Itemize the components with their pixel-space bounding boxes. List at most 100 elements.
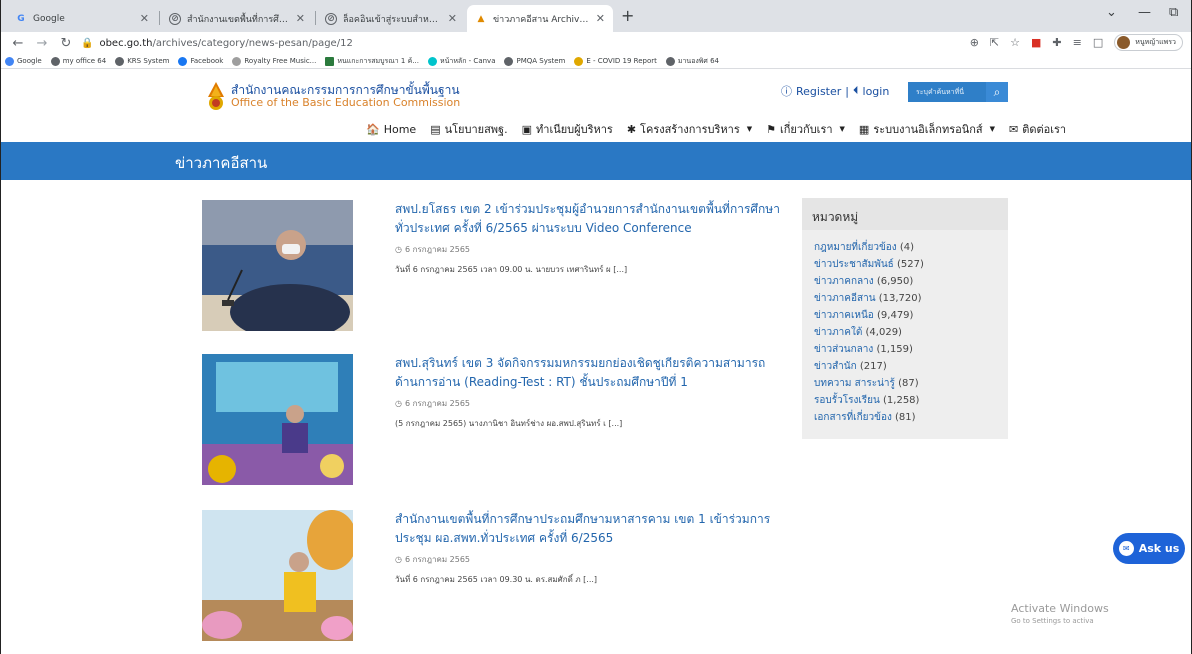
bookmark-star-icon[interactable]: ☆ [1010,36,1020,49]
post-title-link[interactable]: สำนักงานเขตพื้นที่การศึกษาประถมศึกษามหาส… [395,510,785,548]
globe-icon: ⊘ [325,12,337,25]
clock-icon: ◷ [395,245,402,254]
new-tab-button[interactable]: + [621,6,634,25]
nav-about[interactable]: ⚑ เกี่ยวกับเรา ▼ [766,120,845,138]
tab-news-archive[interactable]: ▲ ข่าวภาคอีสาน Archives - Page 12 › ✕ [467,5,613,32]
category-item[interactable]: รอบรั้วโรงเรียน (1,258) [814,393,1008,410]
page-title-bar: ข่าวภาคอีสาน [1,142,1191,180]
windows-activation-watermark: Activate Windows Go to Settings to activ… [1011,602,1109,625]
maximize-icon[interactable]: ⧉ [1169,5,1178,20]
reload-icon[interactable]: ↻ [59,36,73,51]
bookmark-my-office[interactable]: my office 64 [50,56,106,66]
post-title-link[interactable]: สพป.สุรินทร์ เขต 3 จัดกิจกรรมมหกรรมยกย่อ… [395,354,785,392]
category-item[interactable]: ข่าวภาคกลาง (6,950) [814,274,1008,291]
globe-icon: ⊘ [169,12,181,25]
id-card-icon: ▣ [521,122,533,136]
profile-button[interactable]: หนูหญ้าแพรว [1114,34,1183,51]
post-excerpt: วันที่ 6 กรกฎาคม 2565 เวลา 09.30 น. ดร.ส… [395,575,598,584]
user-icon: ⓘ [781,85,792,98]
extension-red-icon[interactable]: ■ [1031,36,1041,49]
login-link[interactable]: login [863,85,890,98]
chevron-down-icon: ▼ [746,125,753,133]
bookmark-cgd[interactable]: หนแกะการสมบูรณา 1 ค้... [325,56,419,67]
obec-icon [574,56,584,66]
close-tab-icon[interactable]: ✕ [596,12,605,25]
bookmark-google[interactable]: Google [5,56,42,66]
bookmark-manong[interactable]: มานองพิศ 64 [665,56,719,67]
post-thumbnail[interactable] [202,354,353,485]
obec-icon: ▲ [477,13,485,24]
brand-name-english[interactable]: Office of the Basic Education Commission [231,96,460,109]
tab-strip: G Google ✕ ⊘ สำนักงานเขตพื้นที่การศึกษาป… [1,0,1191,32]
chevron-down-icon: ▼ [839,125,845,133]
close-tab-icon[interactable]: ✕ [296,12,305,25]
bookmark-facebook[interactable]: Facebook [178,56,223,66]
post-thumbnail[interactable] [202,200,353,331]
extensions-icon[interactable]: ✚ [1052,36,1061,49]
account-links: ⓘ Register | ⏴ login [781,84,890,98]
chat-bubble-icon: ✉ [1118,541,1134,556]
category-item[interactable]: ข่าวภาคเหนือ (9,479) [814,308,1008,325]
forward-icon[interactable]: → [35,36,49,51]
globe-icon [115,56,125,66]
reading-list-icon[interactable]: ≡ [1073,36,1082,49]
category-item[interactable]: บทความ สาระน่ารู้ (87) [814,376,1008,393]
tab-admin-login[interactable]: ⊘ ล็อคอินเข้าสู่ระบบสำหรับผู้ดูแลระบบเ ✕ [317,5,465,32]
grid-icon: ▦ [858,122,870,136]
lock-icon[interactable]: 🔒 [81,38,93,49]
tab-search-icon[interactable]: ⌄ [1106,5,1117,20]
obec-logo-icon[interactable] [204,81,228,111]
google-icon [5,56,14,66]
post-title-link[interactable]: สพป.ยโสธร เขต 2 เข้าร่วมประชุมผู้อำนวยกา… [395,200,785,238]
minimize-icon[interactable]: — [1138,5,1151,20]
facebook-icon [178,56,188,66]
bookmark-covid[interactable]: E - COVID 19 Report [574,56,657,66]
ask-us-button[interactable]: ✉ Ask us [1113,533,1185,564]
category-item[interactable]: เอกสารที่เกี่ยวข้อง (81) [814,410,1008,427]
category-sidebar: หมวดหมู่ กฎหมายที่เกี่ยวข้อง (4) ข่าวประ… [802,198,1008,439]
bookmarks-bar: Google my office 64 KRS System Facebook … [1,54,1191,69]
chevron-down-icon: ▼ [989,125,995,133]
bookmark-pmqa[interactable]: PMQA System [504,56,565,66]
site-search: ⌕ [908,82,1008,102]
browser-window: G Google ✕ ⊘ สำนักงานเขตพื้นที่การศึกษาป… [0,0,1192,654]
close-tab-icon[interactable]: ✕ [140,12,149,25]
nav-executives[interactable]: ▣ ทำเนียบผู้บริหาร [522,120,613,138]
register-link[interactable]: Register [796,85,841,98]
nav-policy[interactable]: ▤ นโยบายสพฐ. [430,120,507,138]
category-item[interactable]: ข่าวสำนัก (217) [814,359,1008,376]
tab-google[interactable]: G Google ✕ [7,5,157,32]
bookmark-krs[interactable]: KRS System [115,56,169,66]
search-input[interactable] [908,82,986,102]
category-item[interactable]: ข่าวภาคใต้ (4,029) [814,325,1008,342]
zoom-icon[interactable]: ⊕ [970,36,979,49]
side-panel-icon[interactable]: □ [1093,36,1103,49]
close-tab-icon[interactable]: ✕ [448,12,457,25]
share-icon[interactable]: ⇱ [990,36,999,49]
google-icon: G [17,13,25,24]
nav-home[interactable]: 🏠 Home [366,120,416,138]
clock-icon: ◷ [395,399,402,408]
post-thumbnail[interactable] [202,510,353,641]
category-item[interactable]: ข่าวประชาสัมพันธ์ (527) [814,257,1008,274]
category-item[interactable]: ข่าวภาคอีสาน (13,720) [814,291,1008,308]
category-item[interactable]: กฎหมายที่เกี่ยวข้อง (4) [814,240,1008,257]
avatar [1117,36,1131,49]
address-bar[interactable]: 🔒 obec.go.th/archives/category/news-pesa… [81,34,941,52]
nav-e-systems[interactable]: ▦ ระบบงานอิเล็กทรอนิกส์ ▼ [859,120,995,138]
clock-icon: ◷ [395,555,402,564]
browser-toolbar: ← → ↻ 🔒 obec.go.th/archives/category/new… [1,32,1191,54]
nav-structure[interactable]: ✱ โครงสร้างการบริหาร ▼ [627,120,752,138]
nav-contact[interactable]: ✉ ติดต่อเรา [1009,120,1066,138]
tab-area-office[interactable]: ⊘ สำนักงานเขตพื้นที่การศึกษาประถมศึกษ ✕ [161,5,313,32]
category-list: กฎหมายที่เกี่ยวข้อง (4) ข่าวประชาสัมพันธ… [802,230,1008,427]
home-icon: 🏠 [366,122,380,136]
music-icon [232,56,242,66]
bookmark-canva[interactable]: หน้าหลัก - Canva [427,56,495,67]
main-nav: 🏠 Home ▤ นโยบายสพฐ. ▣ ทำเนียบผู้บริหาร ✱ โคร… [366,120,1066,138]
flag-icon: ⚑ [766,122,776,136]
category-item[interactable]: ข่าวส่วนกลาง (1,159) [814,342,1008,359]
search-icon[interactable]: ⌕ [986,82,1008,102]
bookmark-music[interactable]: Royalty Free Music... [232,56,316,66]
back-icon[interactable]: ← [11,36,25,51]
